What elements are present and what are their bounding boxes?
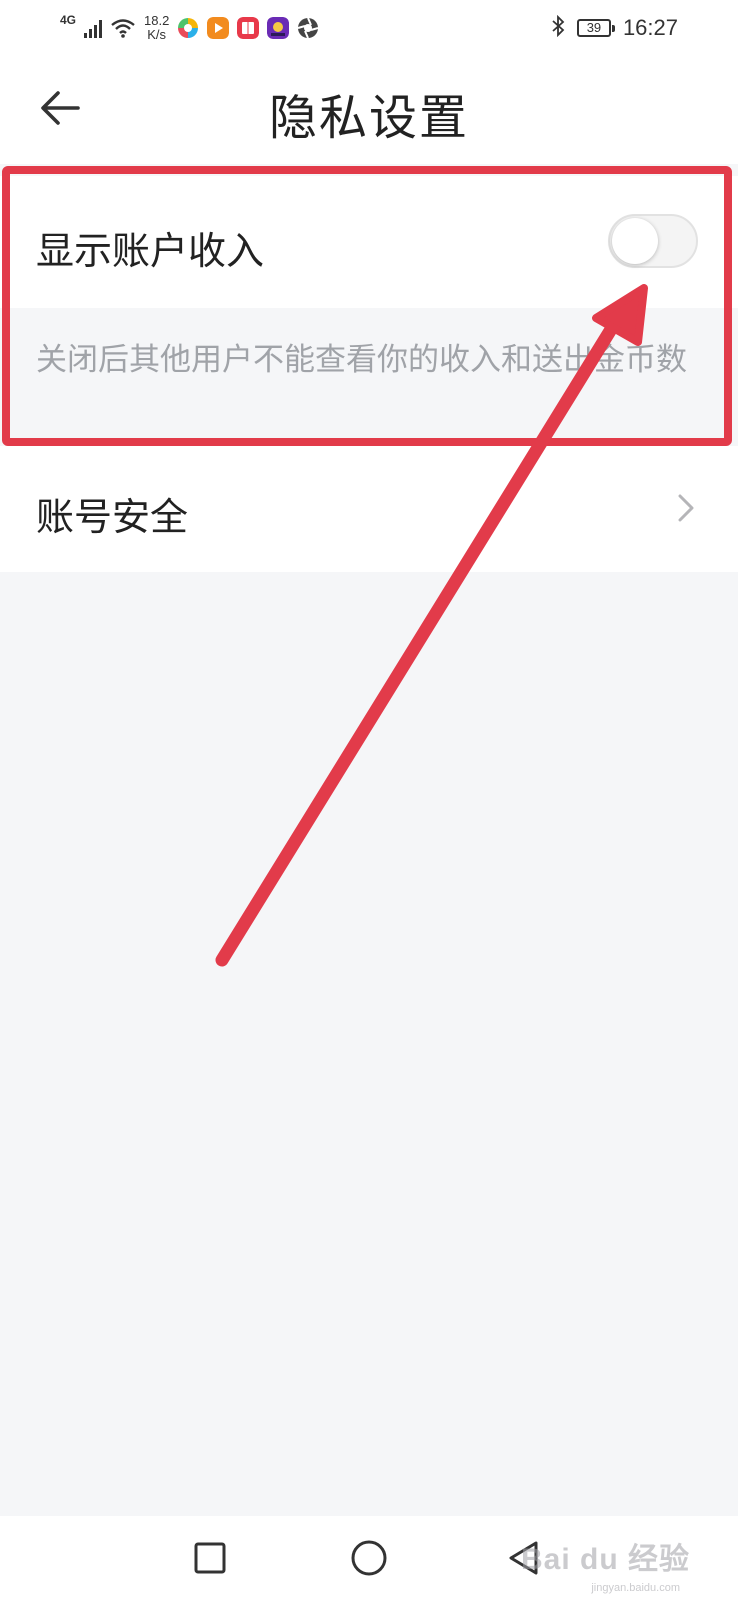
status-bar-left: 4G 18.2 K/s (60, 10, 319, 46)
setting-label-account-security: 账号安全 (36, 495, 189, 539)
page-title: 隐私设置 (268, 90, 469, 146)
network-speed-unit: K/s (147, 27, 167, 42)
watermark: Bai du 经验 (520, 1543, 690, 1576)
show-income-toggle[interactable] (608, 214, 698, 268)
app-icon-game (267, 17, 290, 39)
battery-icon: 39 (576, 19, 615, 37)
setting-row-show-income: 显示账户收入 (0, 176, 738, 308)
square-icon (194, 1542, 226, 1574)
battery-level: 39 (586, 20, 602, 35)
setting-description: 关闭后其他用户不能查看你的收入和送出金币数 (0, 308, 738, 440)
app-icon-colorful (178, 18, 199, 38)
header: 隐私设置 (0, 56, 738, 164)
recent-apps-button[interactable] (186, 1534, 234, 1582)
show-income-description: 关闭后其他用户不能查看你的收入和送出金币数 (36, 342, 687, 378)
network-speed: 18.2 K/s (144, 14, 169, 42)
app-icon-aperture (298, 17, 319, 39)
app-icon-book (237, 17, 260, 39)
app-icon-play (207, 17, 230, 39)
home-button[interactable] (345, 1534, 393, 1582)
toggle-knob (612, 218, 658, 264)
status-bar-right: 39 16:27 (551, 10, 678, 46)
signal-icon (84, 18, 103, 38)
network-speed-value: 18.2 (144, 13, 170, 28)
chevron-right-icon (678, 494, 694, 522)
watermark-url: jingyan.baidu.com (591, 1582, 680, 1594)
network-type: 4G (60, 13, 77, 27)
status-bar: 4G 18.2 K/s 39 16:27 (0, 0, 738, 56)
setting-label-show-income: 显示账户收入 (36, 229, 265, 273)
clock: 16:27 (622, 15, 678, 40)
navigation-bar: Bai du 经验 jingyan.baidu.com (0, 1516, 738, 1600)
wifi-icon (111, 19, 135, 38)
bluetooth-icon (551, 14, 565, 42)
circle-icon (351, 1540, 387, 1576)
setting-row-account-security[interactable]: 账号安全 (0, 446, 738, 572)
